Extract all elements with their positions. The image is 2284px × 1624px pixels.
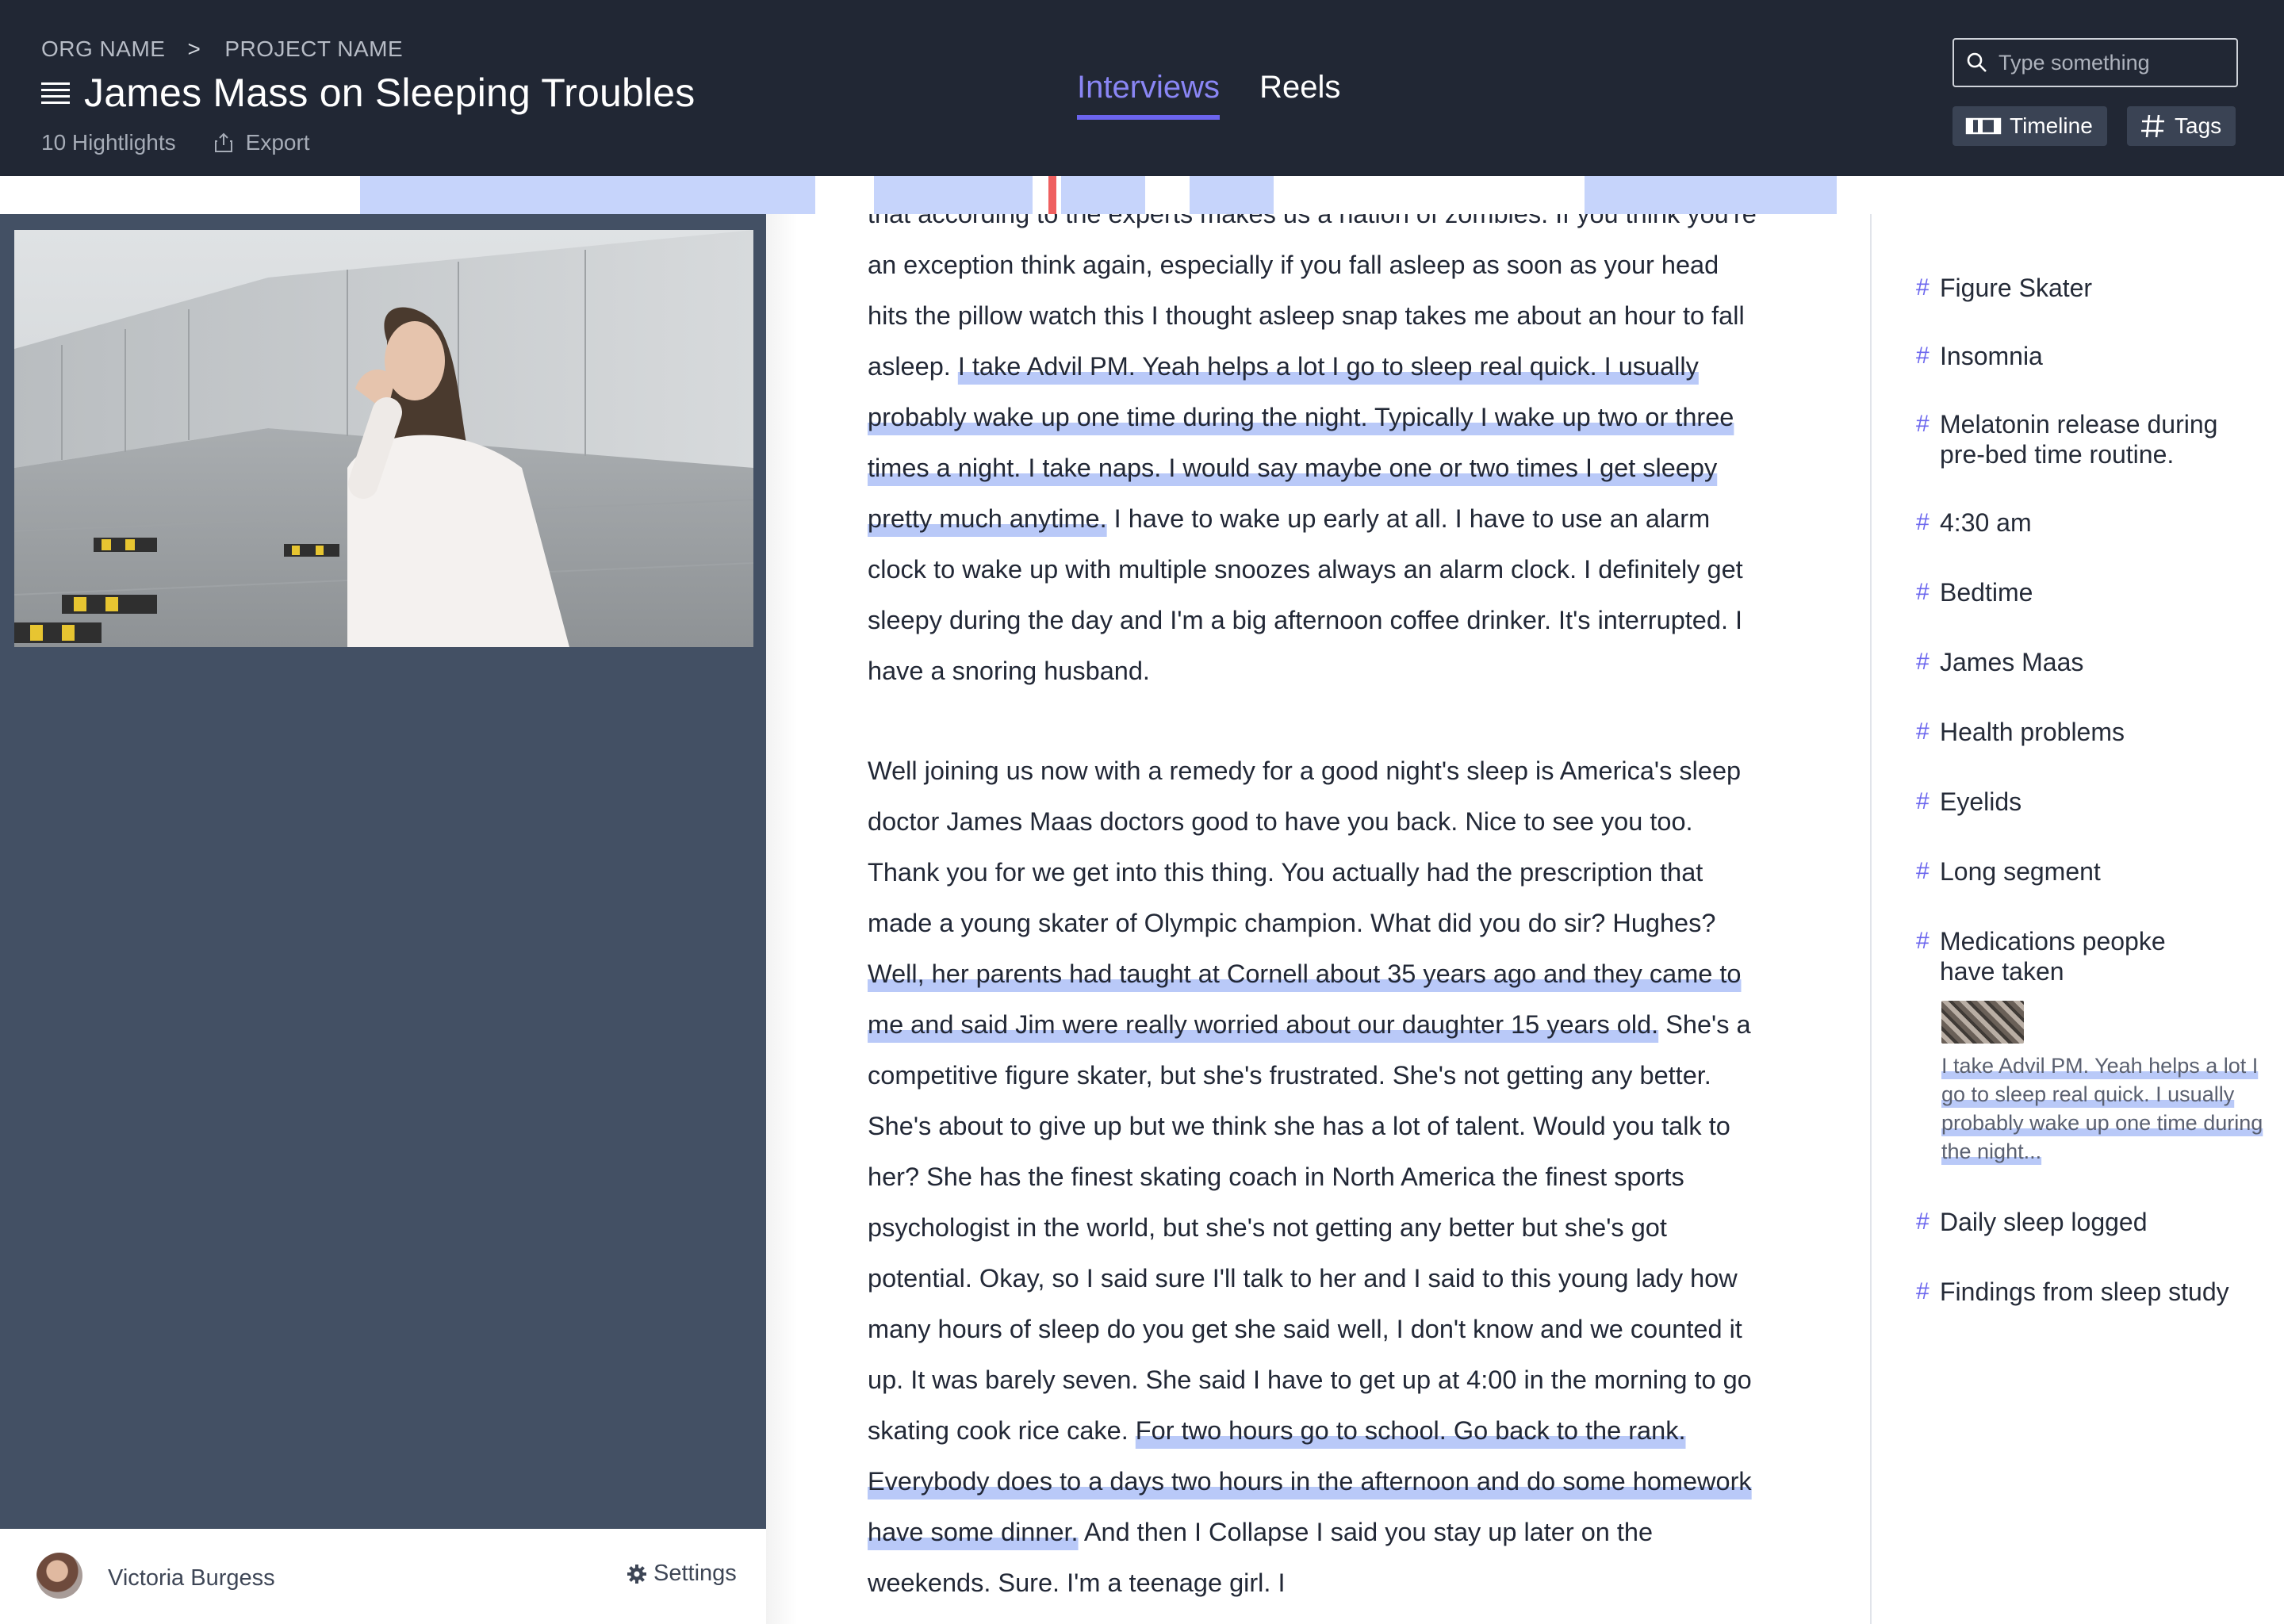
export-button[interactable]: Export <box>213 130 310 155</box>
breadcrumb-org[interactable]: ORG NAME <box>41 36 165 62</box>
highlights-count: 10 Hightlights <box>41 130 176 155</box>
tag-item[interactable]: # Bedtime <box>1916 577 2265 607</box>
hash-icon: # <box>1916 274 1930 301</box>
page-title: James Mass on Sleeping Troubles <box>84 71 696 115</box>
tag-label: Figure Skater <box>1940 274 2093 302</box>
title-row: James Mass on Sleeping Troubles <box>41 70 695 116</box>
transcript-paragraph: that according to the experts makes us a… <box>868 214 1764 696</box>
hashtag-icon <box>2141 114 2164 138</box>
tab-reels[interactable]: Reels <box>1259 70 1340 120</box>
avatar[interactable] <box>36 1553 82 1599</box>
hash-icon: # <box>1916 1278 1930 1304</box>
tag-item[interactable]: #4:30 am <box>1916 508 2265 538</box>
tags-panel: # Figure Skater # Insomnia # Melatonin rele… <box>1870 214 2284 1624</box>
video-player[interactable] <box>14 230 753 647</box>
tag-item[interactable]: # Eyelids <box>1916 787 2265 817</box>
tag-label: Insomnia <box>1940 342 2043 370</box>
tags-button[interactable]: Tags <box>2127 106 2236 146</box>
tag-item[interactable]: # Findings from sleep study <box>1916 1277 2265 1307</box>
tag-item[interactable]: # James Maas <box>1916 647 2265 677</box>
timeline-highlight-segment[interactable] <box>1061 176 1145 214</box>
tag-clip-thumbnail[interactable] <box>1941 1001 2024 1044</box>
user-name: Victoria Burgess <box>108 1565 275 1591</box>
tag-label: Daily sleep logged <box>1940 1208 2148 1236</box>
tag-label: Findings from sleep study <box>1940 1277 2229 1306</box>
search-input[interactable] <box>1998 50 2228 75</box>
hash-icon: # <box>1916 788 1930 814</box>
tag-label: Health problems <box>1940 718 2125 746</box>
menu-icon[interactable] <box>41 81 70 105</box>
view-tabs: Interviews Reels <box>1077 70 1380 120</box>
timeline-highlight-segment[interactable] <box>360 176 815 214</box>
video-frame <box>14 230 753 647</box>
meta-row: 10 Hightlights Export <box>41 130 310 155</box>
settings-label: Settings <box>653 1561 737 1586</box>
timeline-label: Timeline <box>2010 113 2093 138</box>
tag-item[interactable]: # Melatonin release during pre-bed time r… <box>1916 409 2265 469</box>
tag-label: James Maas <box>1940 648 2084 676</box>
transcript-paragraph: Well joining us now with a remedy for a … <box>868 745 1764 1608</box>
tag-item[interactable]: # Health problems <box>1916 717 2265 747</box>
hash-icon: # <box>1916 649 1930 675</box>
timeline-button[interactable]: Timeline <box>1953 106 2107 146</box>
settings-button[interactable]: Settings <box>627 1561 737 1587</box>
user-footer: Victoria Burgess Settings <box>0 1529 766 1624</box>
breadcrumb: ORG NAME > PROJECT NAME <box>41 36 403 62</box>
tab-interviews[interactable]: Interviews <box>1077 70 1221 120</box>
timeline-highlight-segment[interactable] <box>874 176 1033 214</box>
tag-label: Eyelids <box>1940 787 2022 816</box>
search-box[interactable] <box>1953 38 2238 87</box>
video-panel <box>0 214 766 1529</box>
tag-item[interactable]: # Figure Skater <box>1916 273 2265 303</box>
tag-label: Melatonin release during pre-bed time ro… <box>1940 410 2218 469</box>
timeline-highlight-segment[interactable] <box>1585 176 1837 214</box>
hash-icon: # <box>1916 343 1930 369</box>
breadcrumb-separator: > <box>187 36 201 61</box>
hash-icon: # <box>1916 579 1930 605</box>
tag-label: Long segment <box>1940 857 2101 886</box>
transcript-panel: that according to the experts makes us a… <box>766 214 1872 1624</box>
app-header: ORG NAME > PROJECT NAME James Mass on Sl… <box>0 0 2284 176</box>
tag-item[interactable]: # Long segment <box>1916 856 2265 887</box>
tag-label: 4:30 am <box>1940 508 2032 537</box>
transcript-highlight[interactable]: Well, her parents had taught at Cornell … <box>868 959 1741 1039</box>
tags-label: Tags <box>2175 113 2222 138</box>
tag-clip-quote[interactable]: I take Advil PM. Yeah helps a lot I go t… <box>1941 1051 2274 1166</box>
tag-item[interactable]: # Medications peopke have taken <box>1916 926 2217 986</box>
tag-label: Bedtime <box>1940 578 2033 607</box>
gear-icon <box>627 1564 646 1584</box>
tag-label: Medications peopke have taken <box>1940 927 2166 986</box>
tag-clip-quote-text: I take Advil PM. Yeah helps a lot I go t… <box>1941 1054 2263 1163</box>
timeline-icon <box>1965 117 2002 135</box>
timeline-highlight-segment[interactable] <box>1190 176 1274 214</box>
hash-icon: # <box>1916 509 1930 535</box>
export-label: Export <box>245 130 310 155</box>
search-icon <box>1967 52 1987 72</box>
tag-item[interactable]: # Daily sleep logged <box>1916 1207 2265 1237</box>
transcript-text: She's a competitive figure skater, but s… <box>868 1010 1752 1445</box>
export-icon <box>214 132 232 152</box>
transcript-text: Well joining us now with a remedy for a … <box>868 756 1742 937</box>
hash-icon: # <box>1916 858 1930 884</box>
hash-icon: # <box>1916 718 1930 745</box>
tag-item[interactable]: # Insomnia <box>1916 341 2265 371</box>
timeline-strip[interactable] <box>0 176 2284 220</box>
hash-icon: # <box>1916 411 1930 437</box>
breadcrumb-project[interactable]: PROJECT NAME <box>224 36 403 62</box>
hash-icon: # <box>1916 1208 1930 1235</box>
hash-icon: # <box>1916 928 1930 954</box>
